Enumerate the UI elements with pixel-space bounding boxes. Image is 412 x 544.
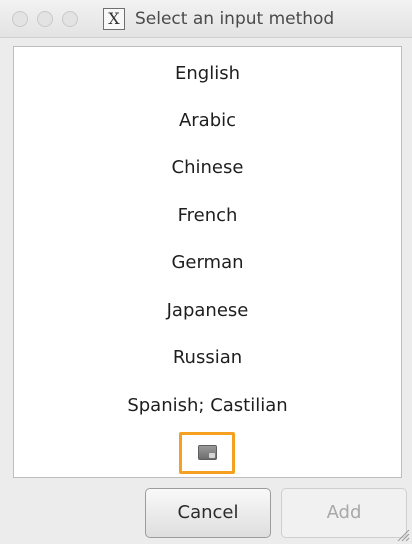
list-item-english[interactable]: English	[14, 59, 401, 89]
maximize-icon[interactable]	[62, 11, 78, 27]
keyboard-icon	[198, 445, 217, 460]
input-method-list[interactable]: English Arabic Chinese French German Jap…	[13, 46, 402, 478]
resize-grip-icon[interactable]	[394, 526, 410, 542]
add-button[interactable]: Add	[281, 488, 407, 538]
highlighted-keyboard-item[interactable]	[179, 432, 235, 474]
list-item-russian[interactable]: Russian	[14, 343, 401, 373]
minimize-icon[interactable]	[37, 11, 53, 27]
cancel-button[interactable]: Cancel	[145, 488, 271, 538]
x11-icon: X	[103, 8, 125, 30]
window-title: Select an input method	[135, 9, 335, 29]
list-item-japanese[interactable]: Japanese	[14, 296, 401, 326]
list-item-spanish[interactable]: Spanish; Castilian	[14, 391, 401, 421]
list-item-chinese[interactable]: Chinese	[14, 153, 401, 183]
list-item-arabic[interactable]: Arabic	[14, 106, 401, 136]
title-bar: X Select an input method	[0, 0, 412, 38]
list-item-german[interactable]: German	[14, 248, 401, 278]
close-icon[interactable]	[12, 11, 28, 27]
list-item-french[interactable]: French	[14, 201, 401, 231]
